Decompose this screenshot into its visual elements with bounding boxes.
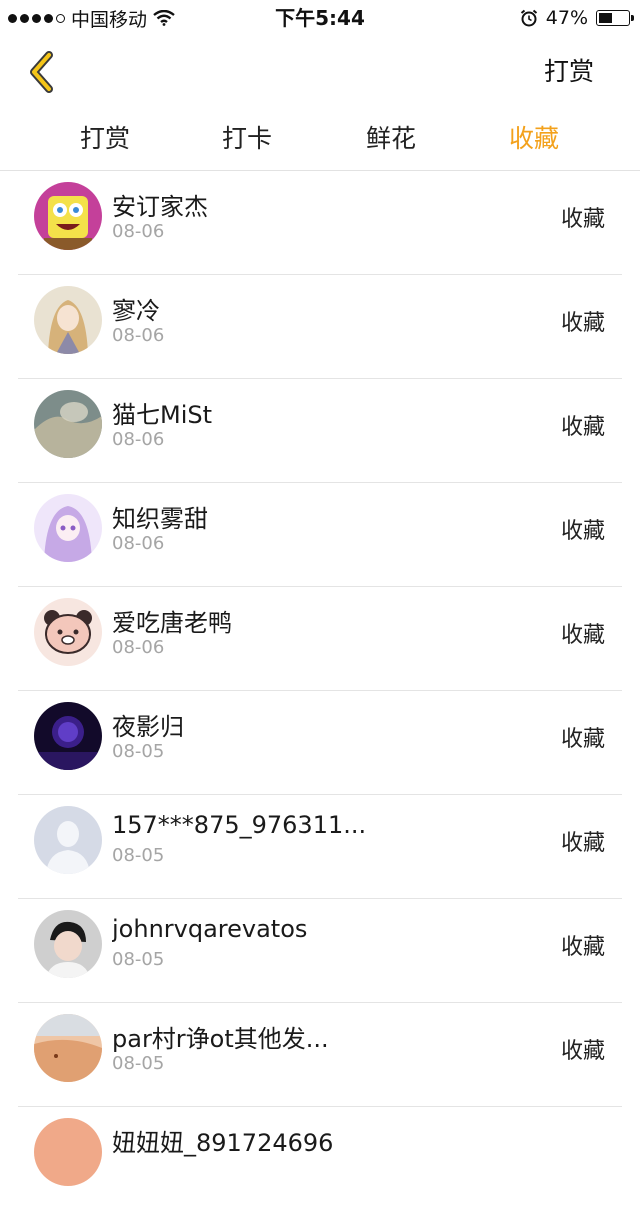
- item-date: 08-06: [112, 429, 165, 450]
- tab-reward[interactable]: 打赏: [45, 108, 165, 170]
- tab-checkin[interactable]: 打卡: [187, 108, 307, 170]
- nav-bar: 打赏: [0, 36, 640, 108]
- item-date: 08-05: [112, 845, 165, 866]
- item-date: 08-06: [112, 637, 165, 658]
- night-sky-avatar-icon: [34, 702, 102, 770]
- default-user-avatar-icon: [34, 806, 102, 874]
- avatar[interactable]: [34, 286, 102, 354]
- item-type: 收藏: [560, 519, 605, 544]
- user-name: johnrvqarevatos: [112, 915, 308, 943]
- item-type: 收藏: [560, 623, 605, 648]
- tab-bar: 打赏 打卡 鲜花 收藏: [0, 108, 640, 171]
- avatar[interactable]: [34, 806, 102, 874]
- avatar[interactable]: [34, 182, 102, 250]
- sunset-avatar-icon: [34, 1014, 102, 1082]
- tab-favorites[interactable]: 收藏: [474, 108, 594, 170]
- avatar[interactable]: [34, 702, 102, 770]
- list-item[interactable]: 寥冷 08-06 收藏: [0, 275, 640, 379]
- battery-icon: [596, 10, 634, 26]
- status-right: 47%: [520, 0, 634, 36]
- list-item[interactable]: 夜影归 08-05 收藏: [0, 691, 640, 795]
- item-type: 收藏: [560, 935, 605, 960]
- item-date: 08-06: [112, 221, 165, 242]
- tab-flowers[interactable]: 鲜花: [331, 108, 451, 170]
- favorites-list: 安订家杰 08-06 收藏 寥冷 08-06 收藏 猫七MiSt 08-06 收…: [0, 171, 640, 1211]
- user-name: 知织雾甜: [112, 505, 208, 533]
- avatar[interactable]: [34, 390, 102, 458]
- back-button[interactable]: [20, 50, 64, 94]
- spongebob-avatar-icon: [34, 182, 102, 250]
- peach-avatar-icon: [34, 1118, 102, 1186]
- anime-purple-avatar-icon: [34, 494, 102, 562]
- list-item[interactable]: 妞妞妞_891724696: [0, 1107, 640, 1211]
- item-type: 收藏: [560, 311, 605, 336]
- item-date: 08-05: [112, 741, 165, 762]
- item-date: 08-05: [112, 949, 165, 970]
- list-item[interactable]: 安订家杰 08-06 收藏: [0, 171, 640, 275]
- list-item[interactable]: par村r诤ot其他发... 08-05 收藏: [0, 1003, 640, 1107]
- avatar[interactable]: [34, 494, 102, 562]
- landscape-avatar-icon: [34, 390, 102, 458]
- avatar[interactable]: [34, 910, 102, 978]
- reward-button[interactable]: 打赏: [544, 36, 594, 108]
- anime-girl-avatar-icon: [34, 286, 102, 354]
- item-type: 收藏: [560, 207, 605, 232]
- person-avatar-icon: [34, 910, 102, 978]
- item-type: 收藏: [560, 1039, 605, 1064]
- user-name: 猫七MiSt: [112, 401, 213, 429]
- list-item[interactable]: 爱吃唐老鸭 08-06 收藏: [0, 587, 640, 691]
- item-type: 收藏: [560, 831, 605, 856]
- bear-avatar-icon: [34, 598, 102, 666]
- battery-percent: 47%: [545, 7, 588, 29]
- avatar[interactable]: [34, 1014, 102, 1082]
- item-date: 08-05: [112, 1053, 165, 1074]
- avatar[interactable]: [34, 1118, 102, 1186]
- user-name: 安订家杰: [112, 193, 208, 221]
- user-name: 爱吃唐老鸭: [112, 609, 232, 637]
- user-name: 寥冷: [112, 297, 160, 325]
- list-item[interactable]: 猫七MiSt 08-06 收藏: [0, 379, 640, 483]
- user-name: par村r诤ot其他发...: [112, 1025, 329, 1053]
- avatar[interactable]: [34, 598, 102, 666]
- list-item[interactable]: 知织雾甜 08-06 收藏: [0, 483, 640, 587]
- list-item[interactable]: johnrvqarevatos 08-05 收藏: [0, 899, 640, 1003]
- item-type: 收藏: [560, 415, 605, 440]
- user-name: 157***875_976311...: [112, 811, 367, 839]
- item-date: 08-06: [112, 325, 165, 346]
- status-bar: 中国移动 下午5:44 47%: [0, 0, 640, 36]
- user-name: 妞妞妞_891724696: [112, 1129, 334, 1157]
- user-name: 夜影归: [112, 713, 184, 741]
- item-type: 收藏: [560, 727, 605, 752]
- alarm-icon: [520, 9, 537, 27]
- chevron-left-icon: [30, 51, 53, 93]
- list-item[interactable]: 157***875_976311... 08-05 收藏: [0, 795, 640, 899]
- item-date: 08-06: [112, 533, 165, 554]
